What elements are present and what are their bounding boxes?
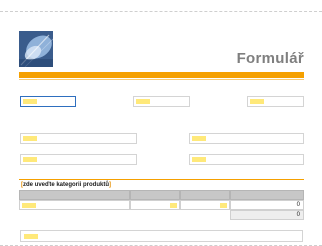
amount-value: 0: [296, 202, 300, 208]
product-category-label[interactable]: [zde uveďte kategorii produktů]: [21, 182, 111, 188]
table-cell-total: 0: [230, 210, 304, 220]
table-cell-quantity[interactable]: [130, 200, 180, 210]
field-placeholder-highlight: [192, 157, 206, 162]
form-field-7[interactable]: [189, 154, 304, 165]
total-value: 0: [296, 212, 300, 218]
table-header-row: [19, 190, 304, 200]
page-top-dashed-border: [0, 11, 322, 12]
field-placeholder-highlight: [136, 99, 150, 104]
field-placeholder-highlight: [170, 203, 177, 208]
field-placeholder-highlight: [24, 234, 38, 239]
field-placeholder-highlight: [192, 136, 206, 141]
table-header-cell: [180, 190, 230, 200]
field-placeholder-highlight: [220, 203, 227, 208]
form-field-6[interactable]: [20, 154, 137, 165]
field-placeholder-highlight: [23, 157, 37, 162]
logo-image: [19, 31, 53, 67]
header-accent-line: [19, 79, 304, 80]
header-accent-bar: [19, 72, 304, 78]
table-total-row: 0: [19, 210, 304, 220]
table-header-cell: [230, 190, 304, 200]
form-field-5[interactable]: [189, 133, 304, 144]
form-field-2[interactable]: [133, 96, 190, 107]
table-cell-unit-price[interactable]: [180, 200, 230, 210]
field-placeholder-highlight: [22, 203, 36, 208]
form-field-3[interactable]: [247, 96, 304, 107]
form-field-1[interactable]: [20, 96, 76, 107]
field-placeholder-highlight: [23, 136, 37, 141]
table-cell-description[interactable]: [19, 200, 130, 210]
field-placeholder-highlight: [250, 99, 264, 104]
section-divider: [19, 179, 304, 180]
table-header-cell: [19, 190, 130, 200]
page-title: Formulář: [236, 50, 304, 67]
field-placeholder-highlight: [23, 99, 37, 104]
table-row: 0: [19, 200, 304, 210]
form-field-4[interactable]: [20, 133, 137, 144]
form-page: Formulář [zde uveďte kategorii produktů]…: [0, 0, 322, 246]
products-table: 0 0: [19, 190, 304, 220]
table-cell-amount: 0: [230, 200, 304, 210]
table-header-cell: [130, 190, 180, 200]
notes-field[interactable]: [20, 230, 303, 242]
